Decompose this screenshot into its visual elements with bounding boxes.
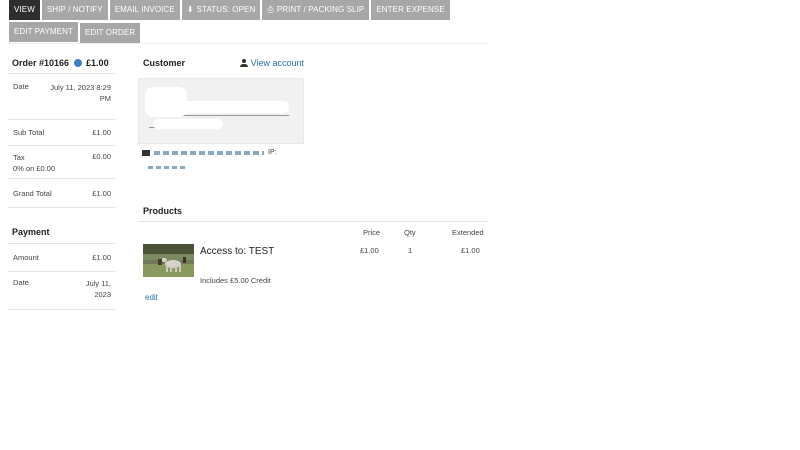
grand-total-value: £1.00 bbox=[92, 188, 111, 198]
download-icon: ⬇ bbox=[186, 5, 194, 14]
customer-header: Customer View account bbox=[138, 52, 304, 74]
view-account-label: View account bbox=[250, 58, 304, 68]
print-label: PRINT / PACKING SLIP bbox=[276, 5, 365, 14]
subtotal-value: £1.00 bbox=[92, 128, 111, 137]
extended-column-header: Extended bbox=[452, 228, 484, 237]
order-date-value: July 11, 2023 8:29 PM bbox=[50, 83, 111, 103]
order-summary-panel: Order #10166 £1.00 Date July 11, 2023 8:… bbox=[8, 52, 116, 310]
print-packing-slip-button[interactable]: ⎙ PRINT / PACKING SLIP bbox=[262, 0, 370, 20]
ship-notify-label: SHIP / NOTIFY bbox=[46, 5, 103, 14]
product-image-horse bbox=[143, 244, 194, 277]
order-date-label: Date bbox=[13, 82, 29, 91]
customer-contact-line: IP: bbox=[142, 149, 277, 156]
qty-column-header: Qty bbox=[404, 228, 416, 237]
payment-title: Payment bbox=[12, 226, 50, 237]
payment-amount-label: Amount bbox=[13, 253, 39, 262]
edit-product-link[interactable]: edit bbox=[145, 293, 158, 302]
view-button[interactable]: VIEW bbox=[9, 0, 40, 20]
toolbar-divider bbox=[9, 43, 489, 44]
product-thumbnail[interactable] bbox=[143, 244, 194, 277]
redaction-mark bbox=[179, 101, 289, 113]
products-title: Products bbox=[143, 205, 183, 216]
subtotal-row: Sub Total £1.00 bbox=[8, 120, 116, 146]
redaction-mark bbox=[153, 119, 223, 129]
order-toolbar: VIEW SHIP / NOTIFY EMAIL INVOICE ⬇ STATUS… bbox=[9, 0, 489, 43]
product-price: £1.00 bbox=[360, 246, 379, 255]
subtotal-label: Sub Total bbox=[13, 128, 45, 137]
order-header: Order #10166 £1.00 bbox=[8, 52, 116, 74]
customer-address-redacted bbox=[138, 78, 304, 144]
edit-order-button[interactable]: EDIT ORDER bbox=[80, 23, 141, 43]
enter-expense-label: ENTER EXPENSE bbox=[376, 5, 445, 14]
product-qty: 1 bbox=[408, 246, 413, 255]
payment-amount-value: £1.00 bbox=[92, 253, 111, 262]
edit-payment-button[interactable]: EDIT PAYMENT bbox=[9, 22, 78, 42]
order-date-row: Date July 11, 2023 8:29 PM bbox=[8, 74, 116, 120]
product-extended: £1.00 bbox=[461, 246, 480, 255]
grand-total-row: Grand Total £1.00 bbox=[8, 179, 116, 208]
edit-order-label: EDIT ORDER bbox=[85, 28, 136, 37]
tax-row: Tax 0% on £0.00 £0.00 bbox=[8, 146, 116, 179]
enter-expense-button[interactable]: ENTER EXPENSE bbox=[371, 0, 450, 20]
payment-header: Payment bbox=[8, 220, 116, 244]
tax-value: £0.00 bbox=[92, 152, 111, 161]
globe-icon bbox=[74, 58, 83, 67]
edit-payment-label: EDIT PAYMENT bbox=[14, 27, 73, 36]
redacted-email bbox=[154, 150, 264, 155]
email-invoice-label: EMAIL INVOICE bbox=[114, 5, 175, 14]
grand-total-label: Grand Total bbox=[13, 188, 52, 198]
redacted-ip bbox=[148, 166, 188, 169]
ship-notify-button[interactable]: SHIP / NOTIFY bbox=[41, 0, 108, 20]
payment-date-label: Date bbox=[13, 278, 29, 287]
payment-date-value: July 11, 2023 bbox=[85, 279, 111, 299]
tax-label: Tax bbox=[13, 153, 25, 162]
email-invoice-button[interactable]: EMAIL INVOICE bbox=[109, 0, 180, 20]
payment-date-row: Date July 11, 2023 bbox=[8, 272, 116, 310]
printer-icon: ⎙ bbox=[267, 5, 274, 14]
payment-amount-row: Amount £1.00 bbox=[8, 244, 116, 272]
view-account-link[interactable]: View account bbox=[239, 58, 304, 68]
products-header: Products bbox=[138, 200, 488, 222]
tax-note: 0% on £0.00 bbox=[13, 164, 56, 173]
envelope-icon bbox=[142, 149, 150, 156]
tax-label-group: Tax 0% on £0.00 bbox=[13, 152, 56, 173]
user-icon bbox=[239, 59, 248, 67]
ip-label: IP: bbox=[268, 149, 277, 156]
order-amount: £1.00 bbox=[86, 57, 109, 68]
view-button-label: VIEW bbox=[14, 5, 35, 14]
customer-title: Customer bbox=[143, 58, 186, 68]
status-button[interactable]: ⬇ STATUS: OPEN bbox=[181, 0, 261, 20]
status-label: STATUS: OPEN bbox=[196, 5, 256, 14]
product-note: Includes £5.00 Credit bbox=[200, 276, 271, 285]
order-title: Order #10166 bbox=[12, 57, 70, 68]
product-name: Access to: TEST bbox=[200, 246, 275, 257]
price-column-header: Price bbox=[363, 228, 381, 237]
